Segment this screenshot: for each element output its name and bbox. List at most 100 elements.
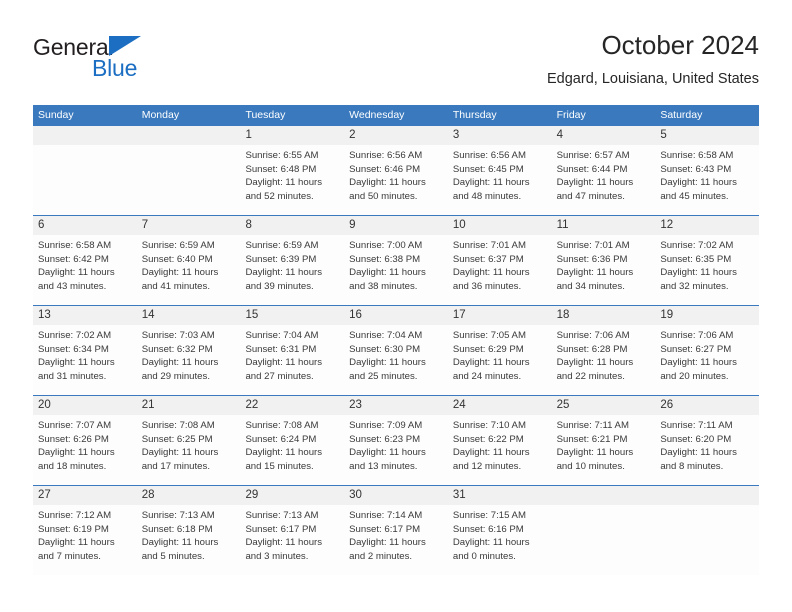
day-cell[interactable]: Sunrise: 6:59 AM Sunset: 6:40 PM Dayligh… [137,235,241,305]
sunset-text: Sunset: 6:20 PM [660,433,732,445]
daylight-line2: and 50 minutes. [349,190,418,202]
sunrise-text: Sunrise: 6:59 AM [141,240,215,251]
day-number[interactable] [655,486,759,505]
day-cell[interactable]: Sunrise: 7:08 AM Sunset: 6:25 PM Dayligh… [137,415,241,485]
daylight-line2: and 17 minutes. [141,460,210,472]
sunrise-text: Sunrise: 7:01 AM [452,240,526,251]
daylight-line2: and 48 minutes. [452,190,522,202]
day-number[interactable]: 3 [448,126,552,145]
daylight-line2: and 36 minutes. [452,280,522,292]
sunset-text: Sunset: 6:43 PM [660,163,732,175]
sunset-text: Sunset: 6:24 PM [245,433,317,445]
sunset-text: Sunset: 6:16 PM [452,523,524,535]
day-cell[interactable]: Sunrise: 6:56 AM Sunset: 6:46 PM Dayligh… [344,145,448,215]
day-cell[interactable]: Sunrise: 6:59 AM Sunset: 6:39 PM Dayligh… [240,235,344,305]
logo-text-blue: Blue [92,55,138,81]
sunrise-text: Sunrise: 7:15 AM [452,510,526,521]
sunrise-text: Sunrise: 7:04 AM [349,330,423,341]
day-number[interactable]: 11 [552,216,656,235]
daylight-line1: Daylight: 11 hours [452,537,530,549]
day-cell[interactable]: Sunrise: 6:56 AM Sunset: 6:45 PM Dayligh… [448,145,552,215]
day-number[interactable]: 24 [448,396,552,415]
day-cell[interactable]: Sunrise: 7:13 AM Sunset: 6:18 PM Dayligh… [137,505,241,575]
day-number[interactable]: 7 [137,216,241,235]
sunset-text: Sunset: 6:42 PM [38,253,109,265]
generalblue-logo[interactable]: General Blue [33,34,183,90]
day-number[interactable]: 13 [33,306,137,325]
day-number[interactable]: 8 [240,216,344,235]
day-cell[interactable]: Sunrise: 7:07 AM Sunset: 6:26 PM Dayligh… [33,415,137,485]
day-cell[interactable]: Sunrise: 6:55 AM Sunset: 6:48 PM Dayligh… [240,145,344,215]
day-number[interactable]: 29 [240,486,344,505]
day-cell[interactable]: Sunrise: 7:08 AM Sunset: 6:24 PM Dayligh… [240,415,344,485]
day-cell[interactable]: Sunrise: 7:02 AM Sunset: 6:35 PM Dayligh… [655,235,759,305]
day-number[interactable]: 22 [240,396,344,415]
day-number[interactable]: 27 [33,486,137,505]
day-number[interactable]: 2 [344,126,448,145]
day-cell[interactable]: Sunrise: 7:00 AM Sunset: 6:38 PM Dayligh… [344,235,448,305]
day-number[interactable]: 16 [344,306,448,325]
day-number[interactable]: 4 [552,126,656,145]
day-cell[interactable] [137,145,241,215]
day-cell[interactable]: Sunrise: 7:15 AM Sunset: 6:16 PM Dayligh… [448,505,552,575]
sunset-text: Sunset: 6:29 PM [452,343,524,355]
day-number[interactable]: 26 [655,396,759,415]
daylight-line2: and 20 minutes. [660,370,729,382]
day-number[interactable]: 31 [448,486,552,505]
day-number[interactable]: 6 [33,216,137,235]
day-cell[interactable]: Sunrise: 6:58 AM Sunset: 6:42 PM Dayligh… [33,235,137,305]
day-number[interactable] [33,126,137,145]
day-cell[interactable] [655,505,759,575]
sunrise-text: Sunrise: 7:03 AM [141,330,215,341]
day-cell[interactable]: Sunrise: 6:58 AM Sunset: 6:43 PM Dayligh… [655,145,759,215]
day-cell[interactable]: Sunrise: 7:05 AM Sunset: 6:29 PM Dayligh… [448,325,552,395]
day-cell[interactable]: Sunrise: 7:04 AM Sunset: 6:31 PM Dayligh… [240,325,344,395]
sunset-text: Sunset: 6:23 PM [349,433,421,445]
day-number[interactable]: 9 [344,216,448,235]
day-number[interactable]: 25 [552,396,656,415]
day-cell[interactable] [552,505,656,575]
day-cell[interactable]: Sunrise: 7:03 AM Sunset: 6:32 PM Dayligh… [137,325,241,395]
day-number[interactable]: 19 [655,306,759,325]
day-cell[interactable]: Sunrise: 7:01 AM Sunset: 6:37 PM Dayligh… [448,235,552,305]
day-number[interactable]: 28 [137,486,241,505]
day-cell[interactable]: Sunrise: 7:14 AM Sunset: 6:17 PM Dayligh… [344,505,448,575]
day-number[interactable]: 12 [655,216,759,235]
day-number[interactable]: 1 [240,126,344,145]
day-number[interactable]: 30 [344,486,448,505]
day-number[interactable]: 15 [240,306,344,325]
day-number[interactable]: 5 [655,126,759,145]
day-cell[interactable]: Sunrise: 7:06 AM Sunset: 6:28 PM Dayligh… [552,325,656,395]
sunrise-text: Sunrise: 7:12 AM [38,510,112,521]
daylight-line1: Daylight: 11 hours [349,357,426,369]
day-cell[interactable]: Sunrise: 7:02 AM Sunset: 6:34 PM Dayligh… [33,325,137,395]
day-number[interactable]: 18 [552,306,656,325]
sunset-text: Sunset: 6:35 PM [660,253,732,265]
week-detail-band: Sunrise: 7:07 AM Sunset: 6:26 PM Dayligh… [33,415,759,485]
daylight-line1: Daylight: 11 hours [245,537,323,549]
day-number[interactable]: 23 [344,396,448,415]
day-number[interactable]: 21 [137,396,241,415]
daylight-line2: and 29 minutes. [141,370,210,382]
day-cell[interactable]: Sunrise: 7:13 AM Sunset: 6:17 PM Dayligh… [240,505,344,575]
day-number[interactable] [552,486,656,505]
day-number[interactable] [137,126,241,145]
day-number[interactable]: 20 [33,396,137,415]
day-cell[interactable]: Sunrise: 7:10 AM Sunset: 6:22 PM Dayligh… [448,415,552,485]
day-cell[interactable]: Sunrise: 6:57 AM Sunset: 6:44 PM Dayligh… [552,145,656,215]
day-cell[interactable]: Sunrise: 7:11 AM Sunset: 6:20 PM Dayligh… [655,415,759,485]
day-cell[interactable]: Sunrise: 7:09 AM Sunset: 6:23 PM Dayligh… [344,415,448,485]
day-cell[interactable]: Sunrise: 7:12 AM Sunset: 6:19 PM Dayligh… [33,505,137,575]
page-header: General Blue October 2024 Edgard, Louisi… [33,28,759,100]
day-number[interactable]: 17 [448,306,552,325]
weekday-header-wednesday: Wednesday [349,109,405,121]
day-number[interactable]: 14 [137,306,241,325]
day-number[interactable]: 10 [448,216,552,235]
daylight-line2: and 5 minutes. [141,550,205,562]
daylight-line2: and 3 minutes. [245,550,309,562]
day-cell[interactable]: Sunrise: 7:06 AM Sunset: 6:27 PM Dayligh… [655,325,759,395]
day-cell[interactable]: Sunrise: 7:11 AM Sunset: 6:21 PM Dayligh… [552,415,656,485]
day-cell[interactable] [33,145,137,215]
day-cell[interactable]: Sunrise: 7:01 AM Sunset: 6:36 PM Dayligh… [552,235,656,305]
day-cell[interactable]: Sunrise: 7:04 AM Sunset: 6:30 PM Dayligh… [344,325,448,395]
